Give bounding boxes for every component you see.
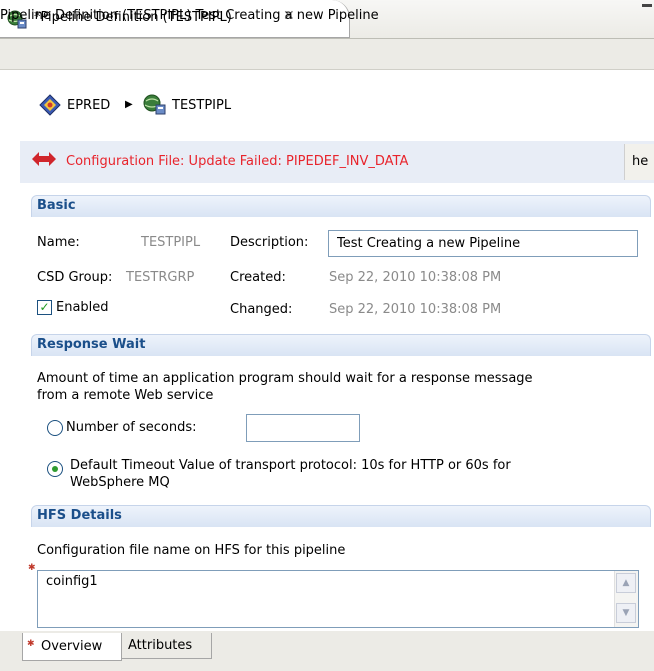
message-side-label[interactable]: he [632,154,648,169]
tab-attributes[interactable]: Attributes [122,633,212,659]
changed-label: Changed: [230,302,293,317]
number-of-seconds-radio[interactable] [47,420,63,436]
required-marker-icon: ✱ [28,563,36,573]
hfs-description: Configuration file name on HFS for this … [37,543,346,558]
created-value: Sep 22, 2010 10:38:08 PM [329,270,502,285]
breadcrumb-item-epred[interactable]: EPRED [67,98,110,113]
description-label: Description: [230,235,309,250]
default-timeout-label-line1[interactable]: Default Timeout Value of transport proto… [70,458,511,473]
response-wait-description-line1: Amount of time an application program sh… [37,371,533,386]
minimize-icon[interactable] [642,4,652,7]
section-basic-title[interactable]: Basic [37,198,76,213]
tab-attributes-label[interactable]: Attributes [128,638,192,653]
checkmark-icon: ✓ [39,300,50,314]
error-arrow-icon [32,152,56,166]
name-label: Name: [37,235,80,250]
enabled-checkbox[interactable]: ✓ [37,300,52,315]
default-timeout-label-line2[interactable]: WebSphere MQ [70,475,170,490]
scroll-down-icon[interactable]: ▼ [616,603,636,623]
section-hfs-details-title[interactable]: HFS Details [37,508,122,523]
changed-value: Sep 22, 2010 10:38:08 PM [329,302,502,317]
pipeline-globe-icon [143,94,166,115]
number-of-seconds-label[interactable]: Number of seconds: [66,420,197,435]
required-marker-icon: ✱ [27,639,35,649]
tab-overview-label[interactable]: Overview [41,639,102,654]
editor-subtitle: Pipeline Definition (TESTPIPL) Test Crea… [0,8,379,23]
name-value: TESTPIPL [141,235,201,250]
tab-overview[interactable]: ✱ Overview [22,633,122,661]
breadcrumb-item-testpipl[interactable]: TESTPIPL [172,98,231,113]
scroll-up-icon[interactable]: ▲ [616,573,636,593]
enabled-label[interactable]: Enabled [56,300,109,315]
config-file-value: coinfig1 [46,574,98,589]
message-text: Configuration File: Update Failed: PIPED… [66,154,409,169]
region-icon [39,94,61,116]
csd-group-value: TESTRGRP [126,270,195,285]
config-file-textarea[interactable]: coinfig1 [37,570,639,628]
seconds-field[interactable] [246,414,360,442]
editor-subtitle-bar [0,38,654,70]
response-wait-description-line2: from a remote Web service [37,388,214,403]
default-timeout-radio[interactable] [47,461,63,477]
breadcrumb-arrow-icon: ▶ [125,99,133,110]
description-field[interactable] [328,230,638,257]
section-hfs-details-header[interactable] [31,505,651,527]
csd-group-label: CSD Group: [37,270,113,285]
section-response-wait-title[interactable]: Response Wait [37,337,145,352]
radio-selected-dot [52,466,58,472]
created-label: Created: [230,270,286,285]
section-basic-header[interactable] [31,195,651,217]
